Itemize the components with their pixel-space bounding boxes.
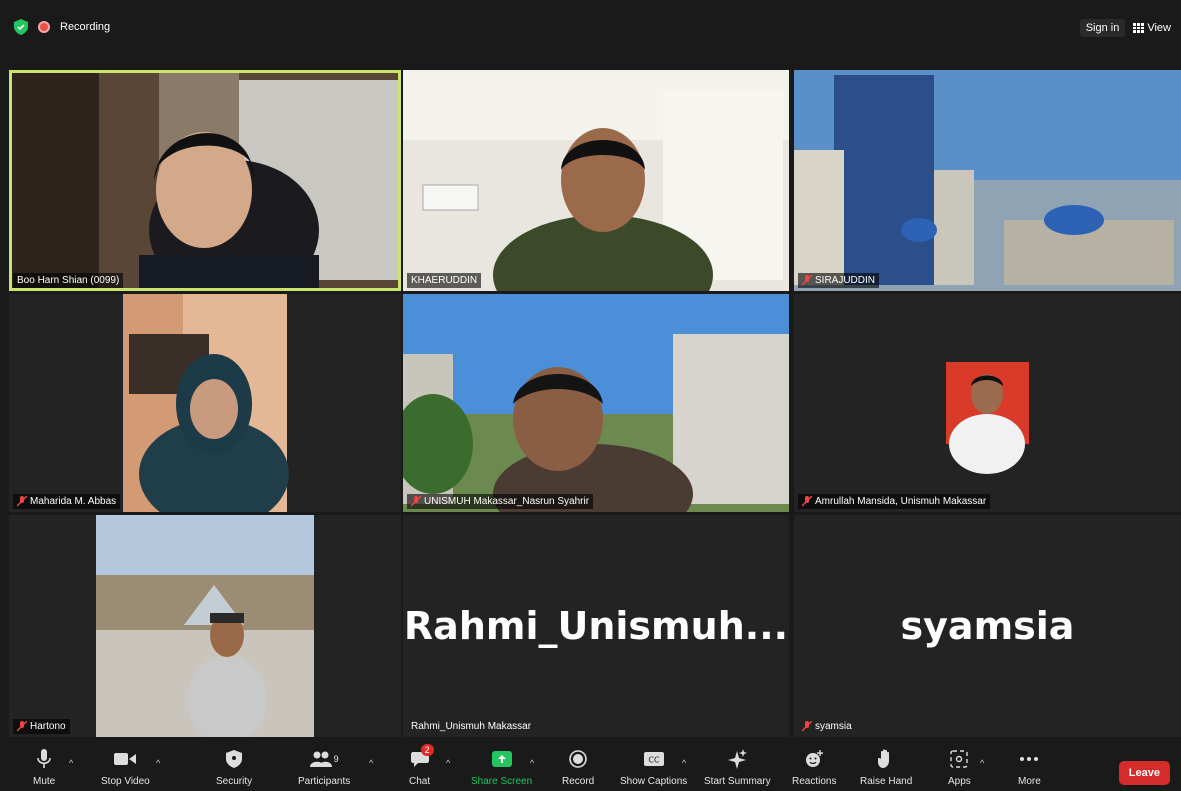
participant-video [403, 70, 789, 291]
record-button[interactable]: Record [562, 748, 594, 787]
video-tile-syamsia[interactable]: syamsia syamsia [794, 515, 1181, 737]
apps-options-chevron-icon[interactable]: ^ [980, 758, 984, 768]
security-button[interactable]: Security [216, 748, 252, 787]
more-button[interactable]: More [1018, 748, 1041, 787]
video-tile-rahmi[interactable]: Rahmi_Unismuh... Rahmi_Unismuh Makassar [403, 515, 789, 737]
participant-nametag: Boo Harn Shian (0099) [13, 273, 124, 288]
muted-mic-icon [17, 496, 27, 507]
participant-name: KHAERUDDIN [411, 275, 478, 286]
participants-options-chevron-icon[interactable]: ^ [369, 758, 373, 768]
participant-nametag: KHAERUDDIN [407, 273, 482, 288]
participant-nametag: syamsia [798, 719, 856, 734]
sparkle-icon [728, 749, 748, 769]
grid-icon [1133, 23, 1145, 33]
participant-nametag: Rahmi_Unismuh Makassar [407, 719, 535, 734]
video-tile-khaeruddin[interactable]: KHAERUDDIN [403, 70, 789, 291]
video-tile-sirajuddin[interactable]: SIRAJUDDIN [794, 70, 1181, 291]
top-bar: Recording Sign in View [0, 0, 1181, 58]
top-right-controls: Sign in View [1079, 19, 1171, 37]
ellipsis-icon [1020, 757, 1039, 761]
participant-name: Boo Harn Shian (0099) [17, 275, 120, 286]
participant-name: Hartono [30, 721, 66, 732]
participant-nametag: Hartono [13, 719, 70, 734]
leave-button[interactable]: Leave [1118, 761, 1170, 785]
participants-count: 9 [333, 754, 339, 764]
apps-button[interactable]: Apps [948, 748, 971, 787]
top-left-status: Recording [14, 19, 110, 35]
show-captions-button[interactable]: CC Show Captions [620, 748, 687, 787]
smiley-icon [806, 750, 824, 767]
view-button[interactable]: View [1133, 22, 1171, 34]
stop-video-button[interactable]: Stop Video [101, 748, 150, 787]
share-screen-icon [491, 751, 512, 767]
participant-name: Rahmi_Unismuh Makassar [411, 721, 532, 732]
muted-mic-icon [17, 721, 27, 732]
participant-name: SIRAJUDDIN [815, 275, 876, 286]
muted-mic-icon [802, 275, 812, 286]
recording-label: Recording [60, 21, 111, 33]
security-shield-icon[interactable] [14, 19, 28, 35]
video-options-chevron-icon[interactable]: ^ [156, 758, 160, 768]
mute-options-chevron-icon[interactable]: ^ [69, 758, 73, 768]
svg-text:CC: CC [648, 756, 660, 765]
participant-video [794, 70, 1181, 291]
participant-name: syamsia [815, 721, 852, 732]
video-camera-icon [114, 753, 137, 765]
participant-avatar [794, 294, 1181, 512]
sign-in-button[interactable]: Sign in [1079, 19, 1126, 37]
meeting-toolbar: Mute ^ Stop Video ^ Security 9 Participa… [0, 744, 1181, 791]
chat-unread-badge: 2 [420, 744, 434, 756]
participant-display-name: syamsia [900, 604, 1075, 648]
participant-nametag: Amrullah Mansida, Unismuh Makassar [798, 494, 991, 509]
video-tile-hartono[interactable]: Hartono [9, 515, 401, 737]
share-options-chevron-icon[interactable]: ^ [530, 758, 534, 768]
chat-options-chevron-icon[interactable]: ^ [446, 758, 450, 768]
participant-video [403, 294, 789, 512]
start-summary-button[interactable]: Start Summary [704, 748, 771, 787]
participant-video [9, 70, 401, 291]
participant-name: UNISMUH Makassar_Nasrun Syahrir [424, 496, 590, 507]
video-tile-nasrun[interactable]: UNISMUH Makassar_Nasrun Syahrir [403, 294, 789, 512]
chat-button[interactable]: 2 Chat [409, 744, 434, 787]
muted-mic-icon [802, 721, 812, 732]
share-screen-button[interactable]: Share Screen [471, 748, 532, 787]
participant-video [9, 294, 401, 512]
shield-icon [226, 750, 243, 768]
view-label: View [1147, 22, 1171, 34]
muted-mic-icon [802, 496, 812, 507]
mute-button[interactable]: Mute [33, 748, 55, 787]
captions-options-chevron-icon[interactable]: ^ [682, 758, 686, 768]
hand-icon [878, 749, 890, 768]
participant-video [9, 515, 401, 737]
reactions-button[interactable]: Reactions [792, 748, 836, 787]
raise-hand-button[interactable]: Raise Hand [860, 748, 912, 787]
participants-icon [309, 751, 332, 767]
recording-icon [38, 21, 50, 33]
video-tile-amrullah[interactable]: Amrullah Mansida, Unismuh Makassar [794, 294, 1181, 512]
participants-button[interactable]: 9 Participants [298, 748, 350, 787]
record-icon [569, 750, 587, 768]
participant-nametag: SIRAJUDDIN [798, 273, 880, 288]
participant-nametag: UNISMUH Makassar_Nasrun Syahrir [407, 494, 594, 509]
closed-captions-icon: CC [643, 752, 664, 766]
apps-icon [950, 750, 969, 768]
muted-mic-icon [411, 496, 421, 507]
video-tile-boo[interactable]: Boo Harn Shian (0099) [9, 70, 401, 291]
participant-name: Maharida M. Abbas [30, 496, 117, 507]
participant-nametag: Maharida M. Abbas [13, 494, 121, 509]
participant-display-name: Rahmi_Unismuh... [403, 604, 789, 648]
microphone-icon [37, 749, 51, 768]
participant-name: Amrullah Mansida, Unismuh Makassar [815, 496, 987, 507]
video-tile-maharida[interactable]: Maharida M. Abbas [9, 294, 401, 512]
